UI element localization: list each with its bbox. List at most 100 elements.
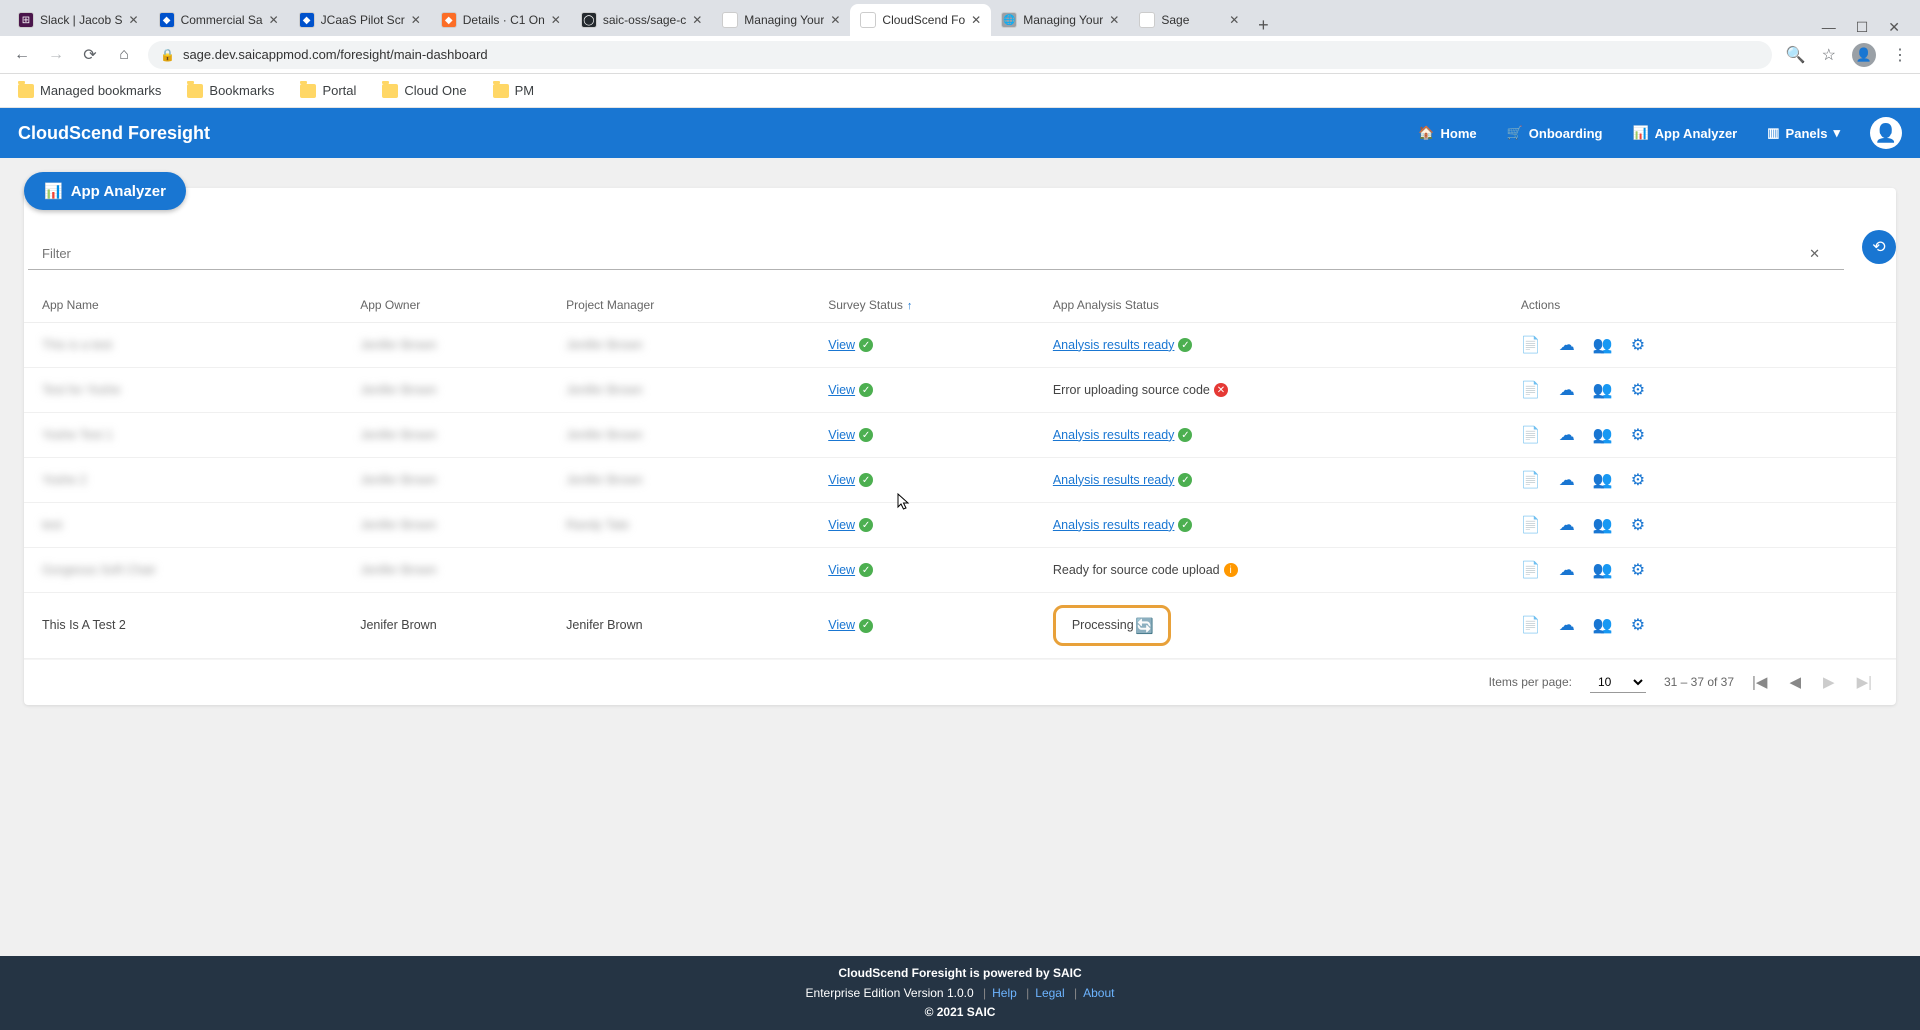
forward-icon[interactable]: → xyxy=(46,46,66,64)
survey-view-link[interactable]: View xyxy=(828,383,855,397)
settings-gear-icon[interactable]: ⚙ xyxy=(1631,615,1645,635)
col-app-owner[interactable]: App Owner xyxy=(342,288,548,323)
nav-onboarding[interactable]: 🛒Onboarding xyxy=(1507,125,1603,141)
download-report-icon[interactable]: 📄 xyxy=(1521,515,1541,535)
survey-view-link[interactable]: View xyxy=(828,563,855,577)
upload-cloud-icon[interactable]: ☁︎ xyxy=(1559,335,1575,355)
last-page-icon[interactable]: ▶| xyxy=(1857,673,1872,691)
tab-close-icon[interactable]: ✕ xyxy=(830,13,840,27)
home-icon[interactable]: ⌂ xyxy=(114,46,134,64)
browser-tab[interactable]: ◆ Details · C1 On ✕ xyxy=(431,4,571,36)
browser-tab[interactable]: ⊞ Slack | Jacob S ✕ xyxy=(8,4,149,36)
reload-icon[interactable]: ⟳ xyxy=(80,45,100,65)
footer-about-link[interactable]: About xyxy=(1083,986,1114,1000)
cell-app-owner: Jenifer Brown xyxy=(360,563,436,577)
back-icon[interactable]: ← xyxy=(12,46,32,64)
user-avatar[interactable]: 👤 xyxy=(1870,117,1902,149)
clear-filter-icon[interactable]: ✕ xyxy=(1799,246,1830,262)
browser-tab[interactable]: CloudScend Fo ✕ xyxy=(850,4,991,36)
bookmark-star-icon[interactable]: ☆ xyxy=(1822,45,1836,65)
bookmark-item[interactable]: Managed bookmarks xyxy=(18,83,161,98)
bookmark-item[interactable]: Portal xyxy=(300,83,356,98)
col-survey-status[interactable]: Survey Status↑ xyxy=(810,288,1035,323)
download-report-icon[interactable]: 📄 xyxy=(1521,335,1541,355)
col-app-name[interactable]: App Name xyxy=(24,288,342,323)
next-page-icon[interactable]: ▶ xyxy=(1823,673,1835,691)
settings-gear-icon[interactable]: ⚙ xyxy=(1631,470,1645,490)
kebab-menu-icon[interactable]: ⋮ xyxy=(1892,45,1908,65)
collaboration-icon[interactable]: 👥 xyxy=(1593,335,1613,355)
settings-gear-icon[interactable]: ⚙ xyxy=(1631,335,1645,355)
window-minimize-icon[interactable]: — xyxy=(1822,19,1836,36)
upload-cloud-icon[interactable]: ☁︎ xyxy=(1559,470,1575,490)
browser-tab[interactable]: ◆ Commercial Sa ✕ xyxy=(149,4,289,36)
survey-view-link[interactable]: View xyxy=(828,338,855,352)
collaboration-icon[interactable]: 👥 xyxy=(1593,515,1613,535)
upload-cloud-icon[interactable]: ☁︎ xyxy=(1559,615,1575,635)
nav-panels[interactable]: ▥Panels▾ xyxy=(1767,125,1840,141)
col-project-manager[interactable]: Project Manager xyxy=(548,288,810,323)
survey-view-link[interactable]: View xyxy=(828,618,855,632)
settings-gear-icon[interactable]: ⚙ xyxy=(1631,380,1645,400)
collaboration-icon[interactable]: 👥 xyxy=(1593,380,1613,400)
new-tab-button[interactable]: + xyxy=(1249,15,1277,36)
download-report-icon[interactable]: 📄 xyxy=(1521,380,1541,400)
address-bar[interactable]: 🔒 sage.dev.saicappmod.com/foresight/main… xyxy=(148,41,1772,69)
tab-close-icon[interactable]: ✕ xyxy=(129,13,139,27)
tab-close-icon[interactable]: ✕ xyxy=(1109,13,1119,27)
prev-page-icon[interactable]: ◀ xyxy=(1789,673,1801,691)
tab-close-icon[interactable]: ✕ xyxy=(1229,13,1239,27)
upload-cloud-icon[interactable]: ☁︎ xyxy=(1559,380,1575,400)
check-icon: ✓ xyxy=(859,338,873,352)
footer-help-link[interactable]: Help xyxy=(992,986,1017,1000)
tab-close-icon[interactable]: ✕ xyxy=(971,13,981,27)
download-report-icon[interactable]: 📄 xyxy=(1521,560,1541,580)
tab-close-icon[interactable]: ✕ xyxy=(411,13,421,27)
analysis-ready-link[interactable]: Analysis results ready xyxy=(1053,518,1175,532)
upload-cloud-icon[interactable]: ☁︎ xyxy=(1559,425,1575,445)
bookmark-item[interactable]: PM xyxy=(493,83,535,98)
filter-input[interactable] xyxy=(42,242,1799,265)
nav-app-analyzer[interactable]: 📊App Analyzer xyxy=(1632,125,1737,141)
settings-gear-icon[interactable]: ⚙ xyxy=(1631,560,1645,580)
collaboration-icon[interactable]: 👥 xyxy=(1593,470,1613,490)
window-close-icon[interactable]: ✕ xyxy=(1888,19,1900,36)
browser-tab[interactable]: Managing Your ✕ xyxy=(712,4,850,36)
survey-view-link[interactable]: View xyxy=(828,428,855,442)
collaboration-icon[interactable]: 👥 xyxy=(1593,615,1613,635)
table-row: This Is A Test 2 Jenifer Brown Jenifer B… xyxy=(24,593,1896,659)
download-report-icon[interactable]: 📄 xyxy=(1521,470,1541,490)
survey-view-link[interactable]: View xyxy=(828,473,855,487)
analysis-ready-link[interactable]: Analysis results ready xyxy=(1053,428,1175,442)
browser-tab[interactable]: 🌐 Managing Your ✕ xyxy=(991,4,1129,36)
cell-app-owner: Jenifer Brown xyxy=(360,383,436,397)
items-per-page-select[interactable]: 10 xyxy=(1590,672,1646,693)
window-maximize-icon[interactable]: ☐ xyxy=(1856,19,1869,36)
download-report-icon[interactable]: 📄 xyxy=(1521,425,1541,445)
settings-gear-icon[interactable]: ⚙ xyxy=(1631,515,1645,535)
settings-gear-icon[interactable]: ⚙ xyxy=(1631,425,1645,445)
analysis-ready-link[interactable]: Analysis results ready xyxy=(1053,338,1175,352)
collaboration-icon[interactable]: 👥 xyxy=(1593,425,1613,445)
nav-home[interactable]: 🏠Home xyxy=(1418,125,1476,141)
upload-cloud-icon[interactable]: ☁︎ xyxy=(1559,560,1575,580)
bookmark-item[interactable]: Bookmarks xyxy=(187,83,274,98)
browser-tab[interactable]: Sage ✕ xyxy=(1129,4,1249,36)
refresh-button[interactable]: ⟲ xyxy=(1862,230,1896,264)
zoom-icon[interactable]: 🔍 xyxy=(1786,45,1806,65)
first-page-icon[interactable]: |◀ xyxy=(1752,673,1767,691)
col-analysis-status[interactable]: App Analysis Status xyxy=(1035,288,1503,323)
bookmark-item[interactable]: Cloud One xyxy=(382,83,466,98)
upload-cloud-icon[interactable]: ☁︎ xyxy=(1559,515,1575,535)
tab-close-icon[interactable]: ✕ xyxy=(692,13,702,27)
browser-tab[interactable]: ◆ JCaaS Pilot Scr ✕ xyxy=(289,4,431,36)
app-analyzer-button[interactable]: 📊 App Analyzer xyxy=(24,172,186,210)
collaboration-icon[interactable]: 👥 xyxy=(1593,560,1613,580)
browser-tab[interactable]: ◯ saic-oss/sage-c ✕ xyxy=(571,4,712,36)
footer-legal-link[interactable]: Legal xyxy=(1035,986,1064,1000)
analysis-ready-link[interactable]: Analysis results ready xyxy=(1053,473,1175,487)
tab-close-icon[interactable]: ✕ xyxy=(269,13,279,27)
survey-view-link[interactable]: View xyxy=(828,518,855,532)
profile-avatar[interactable]: 👤 xyxy=(1852,43,1876,67)
tab-close-icon[interactable]: ✕ xyxy=(551,13,561,27)
